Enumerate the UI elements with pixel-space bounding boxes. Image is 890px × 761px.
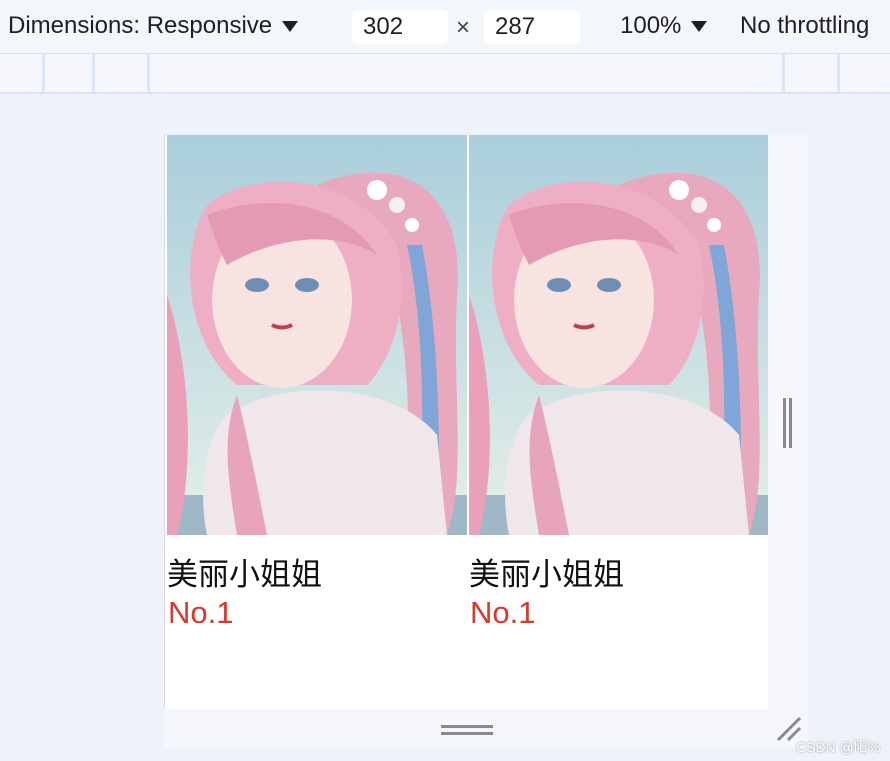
card-rank: No.1 — [470, 595, 536, 630]
times-symbol: × — [456, 14, 471, 41]
width-input[interactable] — [352, 10, 448, 44]
card: 美丽小姐姐 No.1 — [167, 135, 467, 709]
height-input[interactable] — [484, 10, 580, 44]
ruler-segment[interactable] — [147, 54, 150, 92]
media-query-ruler — [0, 54, 890, 94]
ruler-segment[interactable] — [92, 54, 95, 92]
zoom-dropdown[interactable]: 100% — [620, 12, 708, 40]
zoom-label: 100% — [620, 12, 682, 39]
card-title: 美丽小姐姐 — [167, 557, 322, 593]
card-image — [167, 135, 467, 535]
ruler-segment[interactable] — [782, 54, 785, 92]
ruler-segment[interactable] — [42, 54, 45, 92]
dimensions-dropdown[interactable]: Dimensions: Responsive — [8, 12, 299, 40]
resize-handle-vertical-icon[interactable] — [783, 398, 795, 448]
ruler-segment[interactable] — [837, 54, 840, 92]
device-toolbar: Dimensions: Responsive × 100% No throttl… — [0, 0, 890, 54]
device-viewport: 美丽小姐姐 No.1 美丽小姐姐 No.1 — [164, 135, 768, 709]
card-title: 美丽小姐姐 — [469, 557, 624, 593]
resize-handle-horizontal-icon[interactable] — [441, 725, 493, 737]
watermark: CSDN @阳% — [796, 739, 881, 755]
card-rank: No.1 — [168, 595, 234, 630]
dimensions-label: Dimensions: Responsive — [8, 12, 273, 39]
card-image — [469, 135, 768, 535]
throttling-dropdown[interactable]: No throttling — [740, 12, 869, 40]
caret-down-icon — [691, 21, 708, 33]
card: 美丽小姐姐 No.1 — [469, 135, 768, 709]
caret-down-icon — [282, 21, 299, 33]
throttling-label: No throttling — [740, 12, 870, 39]
